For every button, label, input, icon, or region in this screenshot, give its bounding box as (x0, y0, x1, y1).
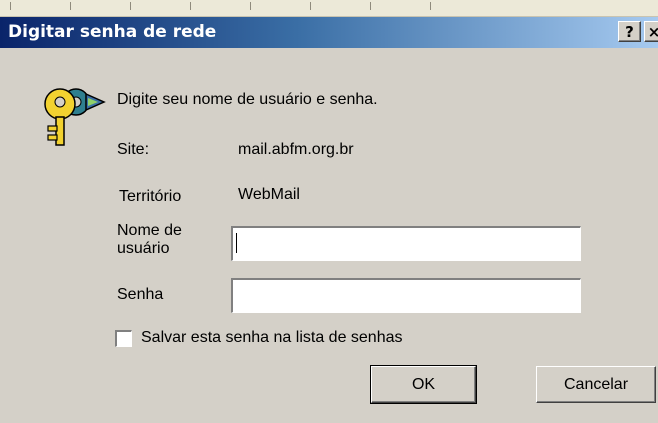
username-label: Nome de usuário (117, 222, 182, 257)
keys-icon (44, 88, 106, 146)
help-icon: ? (625, 23, 634, 41)
password-label: Senha (117, 286, 164, 303)
close-button[interactable]: × (644, 21, 658, 42)
territory-value: WebMail (238, 186, 300, 203)
territory-label: Território (119, 188, 182, 205)
close-icon: × (647, 23, 658, 41)
username-input[interactable] (231, 226, 581, 261)
text-caret (236, 233, 237, 253)
site-label: Site: (117, 141, 150, 158)
ok-button[interactable]: OK (370, 365, 477, 404)
site-value: mail.abfm.org.br (238, 141, 354, 158)
window-title: Digitar senha de rede (8, 22, 217, 42)
title-bar[interactable]: Digitar senha de rede ? × (0, 17, 658, 48)
help-button[interactable]: ? (618, 21, 641, 42)
background-window-strip (0, 0, 658, 17)
prompt-text: Digite seu nome de usuário e senha. (117, 91, 378, 108)
password-input[interactable] (231, 278, 581, 313)
save-password-label[interactable]: Salvar esta senha na lista de senhas (141, 329, 403, 347)
save-password-checkbox[interactable] (115, 330, 132, 347)
cancel-button[interactable]: Cancelar (536, 366, 656, 403)
